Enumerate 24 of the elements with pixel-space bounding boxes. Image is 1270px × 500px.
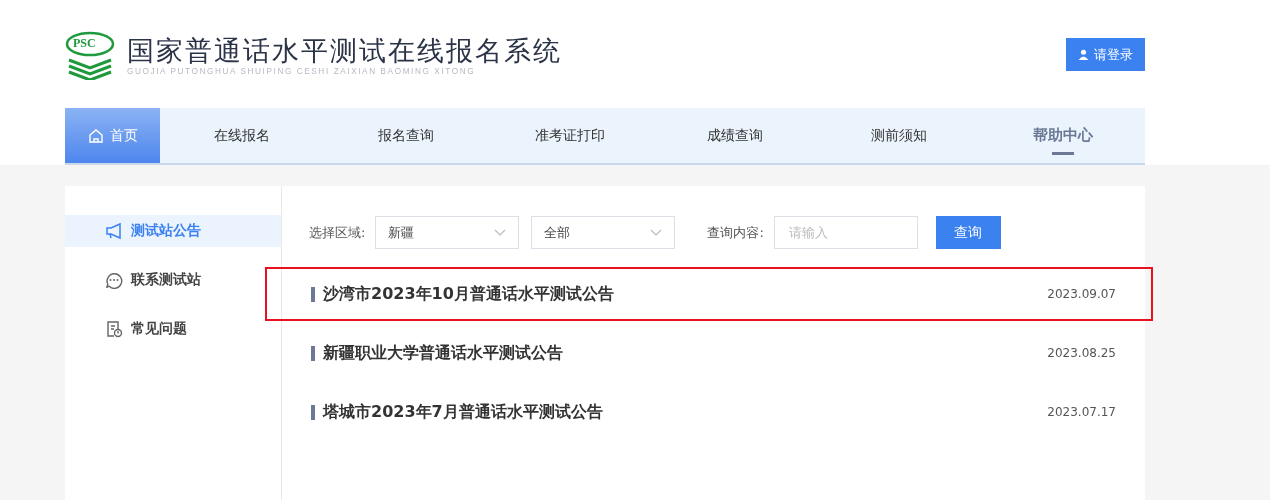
search-button[interactable]: 查询 [935, 216, 1001, 249]
notice-date: 2023.08.25 [1047, 346, 1116, 360]
site-subtitle: GUOJIA PUTONGHUA SHUIPING CESHI ZAIXIAN BAOMING XITONG [127, 66, 477, 76]
nav-tab[interactable]: 帮助中心 [980, 108, 1146, 163]
login-button[interactable]: 请登录 [1066, 38, 1145, 71]
logo-text: PSC [73, 36, 96, 51]
nav-tab[interactable]: 测前须知 [816, 108, 981, 163]
notice-row[interactable]: 塔城市2023年7月普通话水平测试公告 2023.07.17 [265, 385, 1153, 439]
site-title: 国家普通话水平测试在线报名系统 [127, 34, 562, 67]
region-label: 选择区域: [309, 223, 366, 242]
notice-date: 2023.07.17 [1047, 405, 1116, 419]
nav-tab[interactable]: 准考证打印 [488, 108, 653, 163]
query-field[interactable]: 请输入 [773, 216, 918, 249]
nav-tab[interactable]: 在线报名 [160, 108, 325, 163]
region-dropdown[interactable]: 新疆 [375, 216, 520, 249]
nav-tab[interactable]: 报名查询 [324, 108, 489, 163]
scope-dropdown[interactable]: 全部 [531, 216, 676, 249]
notice-title: 塔城市2023年7月普通话水平测试公告 [323, 401, 604, 423]
notice-title: 新疆职业大学普通话水平测试公告 [323, 342, 564, 364]
nav-tab[interactable]: 成绩查询 [652, 108, 817, 163]
notice-title: 沙湾市2023年10月普通话水平测试公告 [323, 283, 615, 305]
notice-date: 2023.09.07 [1047, 287, 1116, 301]
query-label: 查询内容: [707, 223, 764, 242]
notice-row[interactable]: 沙湾市2023年10月普通话水平测试公告 2023.09.07 [265, 267, 1153, 321]
